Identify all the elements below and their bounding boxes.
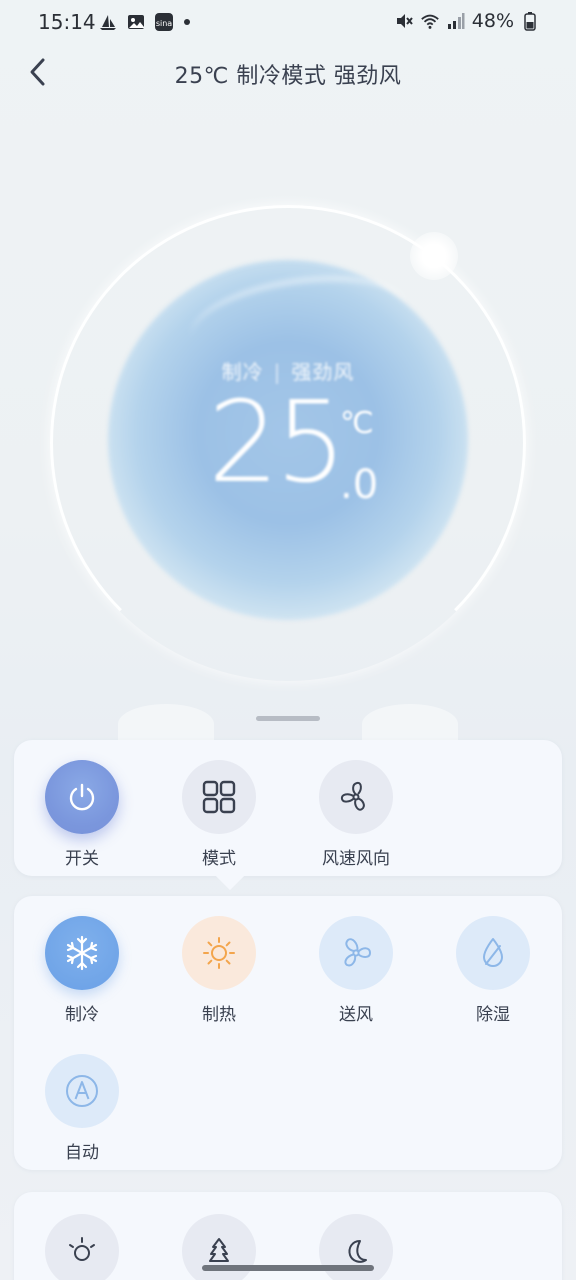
sun-icon [203,937,235,969]
fan-blade-icon [344,938,371,967]
hidden-button-right [362,704,458,744]
mode-auto[interactable]: 自动 [22,1054,142,1163]
hidden-button-left [118,704,214,744]
status-right-icons: 48% [394,10,540,32]
sailboat-icon [98,12,118,32]
mode-card: 制冷 制热 送风 除湿 自动 [14,896,562,1170]
auto-button[interactable] [45,1054,119,1128]
grid-icon [202,780,236,814]
wifi-icon [420,11,440,31]
mode-dry[interactable]: 除湿 [433,916,553,1025]
tree-icon [209,1238,229,1262]
status-left-icons: sina [98,12,190,32]
mode-cool[interactable]: 制冷 [22,916,142,1025]
water-drop-slash-icon [483,938,503,967]
battery-icon [520,11,540,31]
fan-label: 风速风向 [322,849,390,869]
svg-text:sina: sina [156,19,172,28]
battery-percent: 48% [471,10,514,32]
header: 25℃ 制冷模式 强劲风 [0,46,576,106]
fan-icon [340,781,365,811]
heat-label: 制热 [202,1005,236,1025]
gesture-nav-bar[interactable] [202,1265,374,1271]
cool-label: 制冷 [65,1005,99,1025]
status-time: 15:14 [38,10,96,34]
auto-a-icon [66,1075,98,1107]
signal-icon [446,11,466,31]
fan-control[interactable]: 风速风向 [296,760,416,869]
snowflake-icon [66,935,98,971]
control-card: 开关 模式 风速风向 [14,740,562,876]
temperature-decimal: .0 [340,462,379,508]
mode-label: 模式 [202,849,236,869]
sun-outline-icon [69,1237,95,1261]
power-control[interactable]: 开关 [22,760,142,869]
notification-dot [184,19,190,25]
fan-only-label: 送风 [339,1005,373,1025]
mute-icon [394,11,414,31]
light-button[interactable] [45,1214,119,1280]
temperature-dial[interactable]: 制冷 | 强劲风 25 ℃ .0 [0,110,576,720]
mode-button[interactable] [182,760,256,834]
fan-only-button[interactable] [319,916,393,990]
fan-button[interactable] [319,760,393,834]
function-light[interactable] [22,1214,142,1280]
power-label: 开关 [65,849,99,869]
drag-handle[interactable] [256,716,320,721]
sina-icon: sina [154,12,174,32]
temperature-value: 25 [208,378,347,508]
mode-fan-only[interactable]: 送风 [296,916,416,1025]
page-title: 25℃ 制冷模式 强劲风 [174,64,402,89]
dry-button[interactable] [456,916,530,990]
image-icon [126,12,146,32]
power-button[interactable] [45,760,119,834]
mode-heat[interactable]: 制热 [159,916,279,1025]
mode-control[interactable]: 模式 [159,760,279,869]
dry-label: 除湿 [476,1005,510,1025]
heat-button[interactable] [182,916,256,990]
dial-handle[interactable] [410,232,458,280]
status-bar: 15:14 sina 48% [0,0,576,46]
cool-button[interactable] [45,916,119,990]
power-icon [69,783,95,811]
auto-label: 自动 [65,1143,99,1163]
moon-icon [348,1240,367,1263]
temperature-unit: ℃ [340,406,374,441]
